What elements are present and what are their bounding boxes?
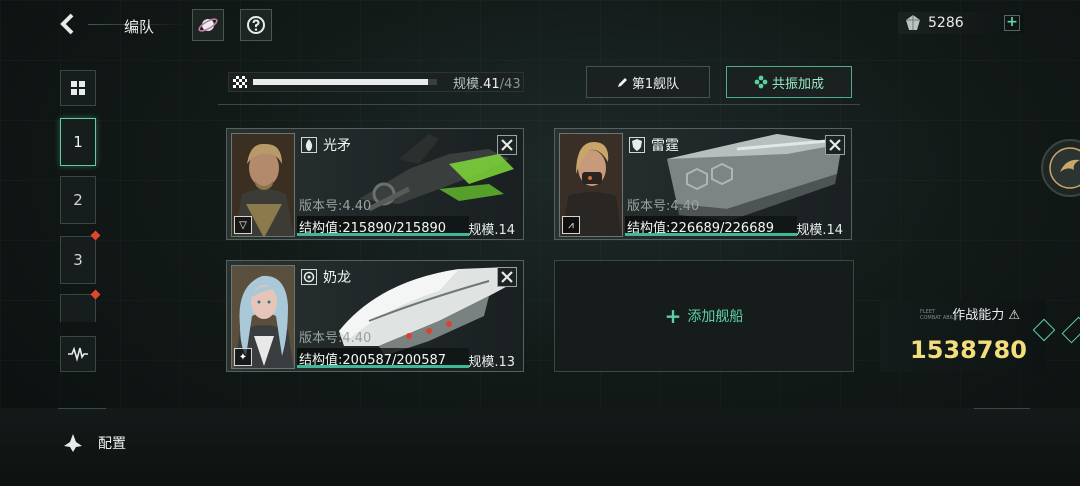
version-label: 版本号:4.40 bbox=[299, 331, 372, 346]
fleet-tab-2[interactable]: 2 bbox=[60, 176, 96, 224]
captain-portrait: ⩘ bbox=[559, 133, 623, 237]
ship-scale: 规模.14 bbox=[796, 223, 843, 238]
hp-bar: 结构值:226689/226689 bbox=[625, 216, 797, 236]
rank-badge: ⩘ bbox=[562, 216, 580, 234]
ship-name: 奶龙 bbox=[323, 270, 351, 286]
ship-dragon-image bbox=[339, 267, 517, 356]
scale-progress-fill bbox=[253, 79, 429, 85]
currency-display: 5286 + bbox=[898, 12, 1024, 34]
help-button[interactable] bbox=[240, 9, 272, 41]
planet-icon bbox=[198, 18, 218, 32]
add-ship-slot[interactable]: + 添加舰船 bbox=[554, 260, 854, 372]
hp-bar-fill bbox=[297, 233, 469, 236]
crystal-icon bbox=[906, 15, 920, 30]
config-button[interactable]: 配置 bbox=[62, 432, 126, 454]
version-label: 版本号:4.40 bbox=[627, 199, 700, 214]
ship-card[interactable]: ▽ 光矛 版本号:4.40 结构值:215890/215890 规模.14 bbox=[226, 128, 524, 240]
header-divider bbox=[218, 104, 860, 105]
divider-right bbox=[974, 408, 1030, 409]
fleet-scale-progress: 规模.41/43 bbox=[228, 72, 524, 92]
hp-bar-fill bbox=[625, 233, 797, 236]
ship-name: 雷霆 bbox=[651, 138, 679, 154]
close-icon bbox=[501, 271, 513, 283]
top-bar: 编队 5286 + bbox=[0, 0, 1080, 48]
warning-icon: ⚠ bbox=[1008, 308, 1020, 323]
rank-badge: ✦ bbox=[234, 348, 252, 366]
back-button[interactable] bbox=[52, 8, 84, 40]
remove-ship-button[interactable] bbox=[497, 267, 517, 287]
combat-ability-panel: FLEET COMBAT ABILITY 作战能力 ⚠ 1538780 bbox=[880, 300, 1046, 372]
rank-badge: ▽ bbox=[234, 216, 252, 234]
combat-ability-label: 作战能力 ⚠ bbox=[952, 308, 1020, 323]
ship-thunder-image bbox=[667, 134, 842, 221]
fleet-tab-1[interactable]: 1 bbox=[60, 118, 96, 166]
ship-scale: 规模.13 bbox=[468, 355, 515, 370]
captain-portrait: ✦ bbox=[231, 265, 295, 369]
ship-card[interactable]: ✦ 奶龙 版本号:4.40 结构值:200587/200587 规模.13 bbox=[226, 260, 524, 372]
resonance-bonus-button[interactable]: 共振加成 bbox=[726, 66, 852, 98]
fleet-tab-3[interactable]: 3 bbox=[60, 236, 96, 284]
ship-name: 光矛 bbox=[323, 138, 351, 154]
ship-spear-image bbox=[359, 134, 514, 212]
ship-type-badge bbox=[301, 137, 317, 153]
planet-button[interactable] bbox=[192, 9, 224, 41]
eagle-emblem-icon bbox=[1041, 139, 1080, 197]
currency-value: 5286 bbox=[928, 15, 964, 31]
hp-bar: 结构值:215890/215890 bbox=[297, 216, 469, 236]
resonance-bonus-label: 共振加成 bbox=[771, 76, 824, 92]
ship-type-badge bbox=[629, 137, 645, 153]
bottom-band bbox=[0, 408, 1080, 486]
target-icon bbox=[303, 271, 315, 283]
flower-icon bbox=[754, 75, 768, 89]
config-label: 配置 bbox=[98, 436, 126, 452]
formation-analysis-button[interactable] bbox=[60, 336, 96, 372]
ship-scale: 规模.14 bbox=[468, 223, 515, 238]
hp-bar: 结构值:200587/200587 bbox=[297, 348, 469, 368]
divider-left bbox=[58, 408, 106, 409]
shield-icon bbox=[632, 139, 642, 151]
scale-progress-label: 规模.41/43 bbox=[453, 76, 521, 92]
close-icon bbox=[829, 139, 841, 151]
fleet-tab-4[interactable] bbox=[60, 294, 96, 322]
combat-ability-value: 1538780 bbox=[910, 336, 1027, 364]
grid-icon bbox=[71, 81, 85, 95]
version-label: 版本号:4.40 bbox=[299, 199, 372, 214]
add-currency-button[interactable]: + bbox=[1004, 15, 1020, 31]
overview-button[interactable] bbox=[60, 70, 96, 106]
remove-ship-button[interactable] bbox=[497, 135, 517, 155]
fleet-name-button[interactable]: 第1舰队 bbox=[586, 66, 710, 98]
emblem-button[interactable] bbox=[1036, 136, 1080, 200]
flame-icon bbox=[305, 139, 313, 151]
waveform-icon bbox=[68, 346, 88, 362]
add-ship-label: 添加舰船 bbox=[687, 309, 744, 325]
pencil-icon bbox=[617, 78, 627, 87]
ship-icon bbox=[64, 434, 82, 452]
captain-portrait: ▽ bbox=[231, 133, 295, 237]
scale-progress-track bbox=[253, 79, 437, 85]
close-icon bbox=[501, 139, 513, 151]
remove-ship-button[interactable] bbox=[825, 135, 845, 155]
checkered-flag-icon bbox=[233, 76, 247, 88]
page-title: 编队 bbox=[124, 18, 155, 36]
plus-icon: + bbox=[664, 304, 682, 328]
chevron-left-icon bbox=[60, 13, 74, 35]
hp-bar-fill bbox=[297, 365, 469, 368]
help-icon bbox=[247, 16, 265, 34]
ship-card[interactable]: ⩘ 雷霆 版本号:4.40 结构值:226689/226689 规模.14 bbox=[554, 128, 852, 240]
ship-type-badge bbox=[301, 269, 317, 285]
fleet-name-label: 第1舰队 bbox=[631, 76, 680, 92]
